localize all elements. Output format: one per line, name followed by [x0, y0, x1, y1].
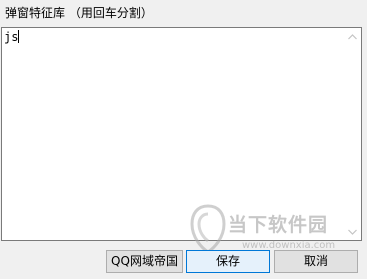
editor-text: js	[4, 30, 20, 44]
scroll-up-icon[interactable]	[344, 28, 361, 45]
editor-text-value: js	[4, 30, 19, 44]
scroll-down-icon[interactable]	[344, 223, 361, 240]
feature-library-label: 弹窗特征库 （用回车分割）	[5, 6, 153, 20]
text-caret	[18, 30, 20, 43]
qq-domain-empire-button[interactable]: QQ网域帝国	[106, 250, 183, 273]
vertical-scrollbar[interactable]	[344, 28, 361, 240]
feature-library-editor[interactable]: js	[1, 27, 362, 241]
cancel-button[interactable]: 取消	[274, 250, 358, 273]
save-button[interactable]: 保存	[186, 250, 270, 273]
